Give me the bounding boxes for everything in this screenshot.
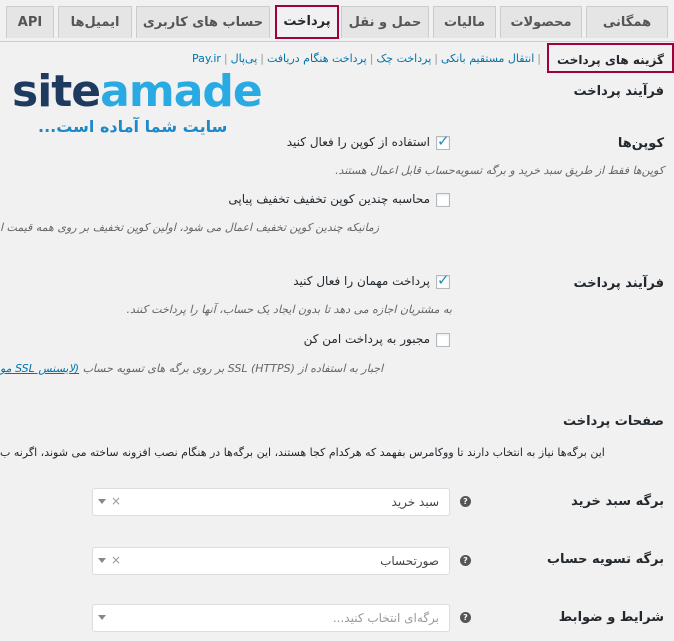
sequential-coupons-checkbox[interactable] bbox=[436, 193, 450, 207]
cart-page-select[interactable]: سبد خرید × bbox=[92, 488, 450, 516]
subnav-sep: | bbox=[537, 52, 541, 65]
checkout-page-label: برگه تسویه حساب bbox=[546, 552, 664, 567]
sequential-coupons-label: محاسبه چندین کوپن تخفیف تخفیف پیاپی bbox=[228, 192, 430, 206]
subnav-checkout-options[interactable]: گزینه های پرداخت bbox=[547, 43, 674, 73]
force-secure-checkbox[interactable] bbox=[436, 333, 450, 347]
tab-accounts[interactable]: حساب های کاربری bbox=[136, 6, 270, 38]
terms-page-select[interactable]: برگه‌ای انتخاب کنید... bbox=[92, 604, 450, 632]
help-tip-icon[interactable]: ? bbox=[460, 496, 471, 507]
checkout-process-label: فرآیند پرداخت bbox=[573, 276, 664, 291]
tab-tax[interactable]: مالیات bbox=[433, 6, 496, 38]
clear-icon[interactable]: × bbox=[111, 553, 121, 567]
terms-page-placeholder: برگه‌ای انتخاب کنید... bbox=[332, 611, 439, 625]
subnav-links: |انتقال مستقیم بانکی|پرداخت چک|پرداخت هن… bbox=[192, 52, 544, 65]
guest-checkout-desc: به مشتریان اجازه می دهد تا بدون ایجاد یک… bbox=[126, 303, 452, 316]
subnav-cod[interactable]: پرداخت هنگام دریافت bbox=[267, 52, 367, 65]
settings-tab-bar: همگانی محصولات مالیات حمل و نقل پرداخت ح… bbox=[0, 0, 674, 42]
clear-icon[interactable]: × bbox=[111, 494, 121, 508]
chevron-down-icon bbox=[98, 499, 106, 504]
subnav-payir[interactable]: Pay.ir bbox=[192, 52, 221, 65]
subnav-sep: | bbox=[260, 52, 264, 65]
subnav-paypal[interactable]: پی‌پال bbox=[231, 52, 258, 65]
section-heading-checkout-pages: صفحات پرداخت bbox=[563, 414, 664, 429]
tab-general[interactable]: همگانی bbox=[586, 6, 668, 38]
siteamade-logo: siteamade سایت شما آماده است... bbox=[12, 66, 264, 142]
tab-products[interactable]: محصولات bbox=[500, 6, 582, 38]
tab-api[interactable]: API bbox=[6, 6, 54, 38]
logo-wordmark: siteamade bbox=[12, 66, 263, 117]
chevron-down-icon bbox=[98, 558, 106, 563]
cart-page-label: برگه سبد خرید bbox=[571, 494, 664, 509]
subnav-sep: | bbox=[369, 52, 374, 65]
subnav-cheque[interactable]: پرداخت چک bbox=[376, 52, 431, 65]
guest-checkout-label: پرداخت مهمان را فعال کنید bbox=[293, 274, 430, 288]
section-heading-checkout-process: فرآیند پرداخت bbox=[573, 84, 664, 99]
force-secure-label: مجبور به پرداخت امن کن bbox=[303, 332, 430, 346]
tab-checkout[interactable]: پرداخت bbox=[275, 5, 339, 39]
tab-emails[interactable]: ایمیل‌ها bbox=[58, 6, 132, 38]
subnav-bacs[interactable]: انتقال مستقیم بانکی bbox=[441, 52, 534, 65]
subnav-sep: | bbox=[223, 52, 228, 65]
guest-checkout-checkbox[interactable]: ✓ bbox=[436, 271, 450, 289]
help-tip-icon[interactable]: ? bbox=[460, 555, 471, 566]
checkout-page-select[interactable]: صورتحساب × bbox=[92, 547, 450, 575]
chevron-down-icon bbox=[98, 615, 106, 620]
force-secure-desc: اجبار به استفاده از SSL (HTTPS) بر روی ب… bbox=[0, 362, 384, 375]
help-tip-icon[interactable]: ? bbox=[460, 612, 471, 623]
subnav-sep: | bbox=[434, 52, 438, 65]
cart-page-value: سبد خرید bbox=[391, 495, 439, 509]
logo-tagline: سایت شما آماده است... bbox=[38, 117, 228, 136]
checkout-page-value: صورتحساب bbox=[380, 554, 439, 568]
checkmark-icon: ✓ bbox=[437, 132, 450, 150]
tab-shipping[interactable]: حمل و نقل bbox=[341, 6, 429, 38]
coupons-label: کوپن‌ها bbox=[617, 136, 664, 151]
enable-coupons-desc: کوپن‌ها فقط از طریق سبد خرید و برگه تسوی… bbox=[335, 164, 664, 177]
checkmark-icon: ✓ bbox=[437, 271, 450, 289]
sequential-coupons-desc: زمانیکه چندین کوپن تخفیف اعمال می شود، ا… bbox=[0, 221, 380, 234]
checkout-pages-desc: این برگه‌ها نیاز به انتخاب دارند تا ووکا… bbox=[0, 446, 605, 459]
terms-page-label: شرایط و ضوابط bbox=[558, 610, 664, 625]
ssl-link[interactable]: (لایسنس SSL مو bbox=[0, 362, 79, 375]
enable-coupons-label: استفاده از کوپن را فعال کنید bbox=[286, 135, 430, 149]
enable-coupons-checkbox[interactable]: ✓ bbox=[436, 132, 450, 150]
